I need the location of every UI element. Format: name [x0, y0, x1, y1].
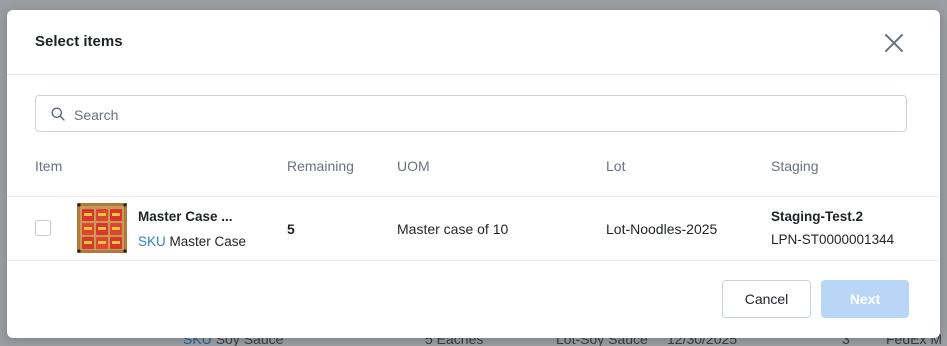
- row-checkbox[interactable]: [35, 220, 51, 236]
- item-name: Master Case ...: [138, 209, 233, 224]
- sku-label: SKU: [138, 234, 166, 249]
- cancel-button[interactable]: Cancel: [722, 280, 811, 318]
- modal-header: Select items: [7, 10, 940, 75]
- select-items-modal: Select items Item Remaining UOM Lot Stag…: [7, 10, 940, 338]
- modal-footer: Cancel Next: [7, 260, 940, 338]
- table-row[interactable]: Master Case ... SKU Master Case 5 Master…: [7, 196, 940, 261]
- item-sku: SKU Master Case: [138, 234, 251, 249]
- uom-value: Master case of 10: [397, 221, 509, 237]
- modal-title: Select items: [35, 33, 123, 50]
- remaining-value: 5: [287, 221, 295, 237]
- lot-value: Lot-Noodles-2025: [606, 221, 718, 237]
- column-header-lot: Lot: [606, 158, 626, 174]
- close-icon[interactable]: [881, 30, 907, 56]
- column-header-staging: Staging: [771, 158, 819, 174]
- column-header-item: Item: [35, 158, 63, 174]
- search-box[interactable]: [35, 95, 907, 133]
- sku-value: Master Case: [169, 234, 247, 249]
- column-header-remaining: Remaining: [287, 158, 354, 174]
- noodle-case-image: [77, 203, 127, 253]
- staging-name: Staging-Test.2: [771, 209, 864, 224]
- column-header-uom: UOM: [397, 158, 430, 174]
- search-input[interactable]: [72, 96, 896, 133]
- staging-lpn: LPN-ST0000001344: [771, 232, 895, 247]
- next-button[interactable]: Next: [821, 280, 909, 318]
- search-icon: [51, 107, 65, 121]
